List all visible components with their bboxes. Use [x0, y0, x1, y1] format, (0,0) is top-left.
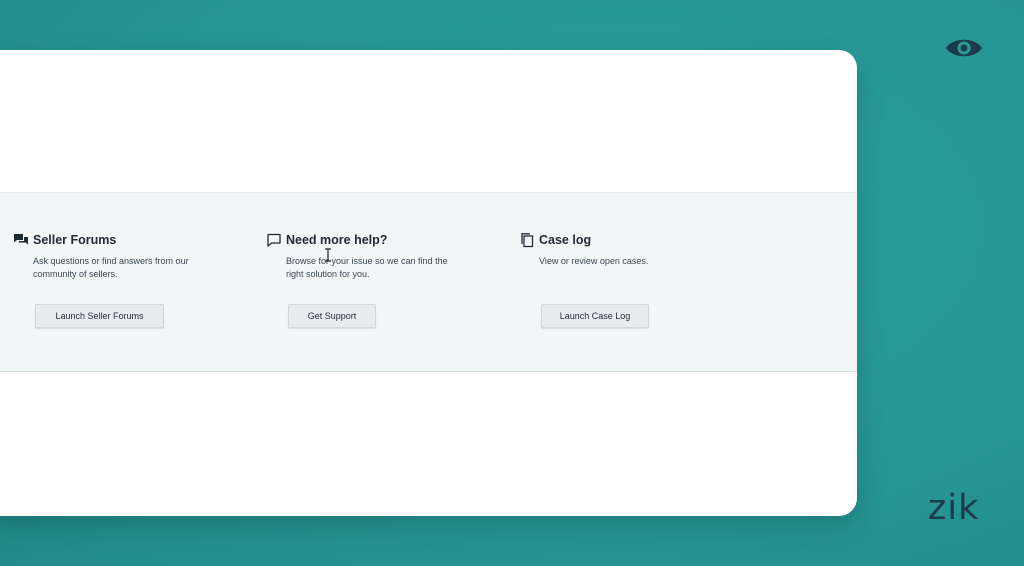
- speech-bubble-icon: [266, 232, 282, 248]
- zik-logo: zik: [928, 488, 980, 528]
- seller-forums-header: Seller Forums: [14, 231, 263, 249]
- forum-chat-icon: [13, 232, 29, 248]
- case-log-description: View or review open cases.: [539, 256, 649, 266]
- case-log-header: Case log: [521, 231, 769, 249]
- seller-forums-section: Seller Forums Ask questions or find answ…: [14, 231, 263, 281]
- copy-documents-icon: [519, 232, 535, 248]
- text-cursor-icon: [325, 248, 331, 262]
- help-options-band: Seller Forums Ask questions or find answ…: [0, 192, 857, 372]
- launch-seller-forums-button[interactable]: Launch Seller Forums: [35, 304, 164, 328]
- seller-forums-description: Ask questions or find answers from our c…: [33, 256, 189, 279]
- need-more-help-section: Need more help? Browse for your issue so…: [267, 231, 516, 281]
- seller-forums-title: Seller Forums: [33, 233, 117, 247]
- launch-case-log-button[interactable]: Launch Case Log: [541, 304, 649, 328]
- need-more-help-title: Need more help?: [286, 233, 388, 247]
- case-log-title: Case log: [539, 233, 592, 247]
- case-log-section: Case log View or review open cases.: [521, 231, 769, 268]
- eye-icon: [946, 39, 982, 57]
- get-support-button[interactable]: Get Support: [288, 304, 376, 328]
- need-more-help-description: Browse for your issue so we can find the…: [286, 256, 448, 279]
- help-card: Seller Forums Ask questions or find answ…: [0, 50, 857, 516]
- need-more-help-header: Need more help?: [267, 231, 516, 249]
